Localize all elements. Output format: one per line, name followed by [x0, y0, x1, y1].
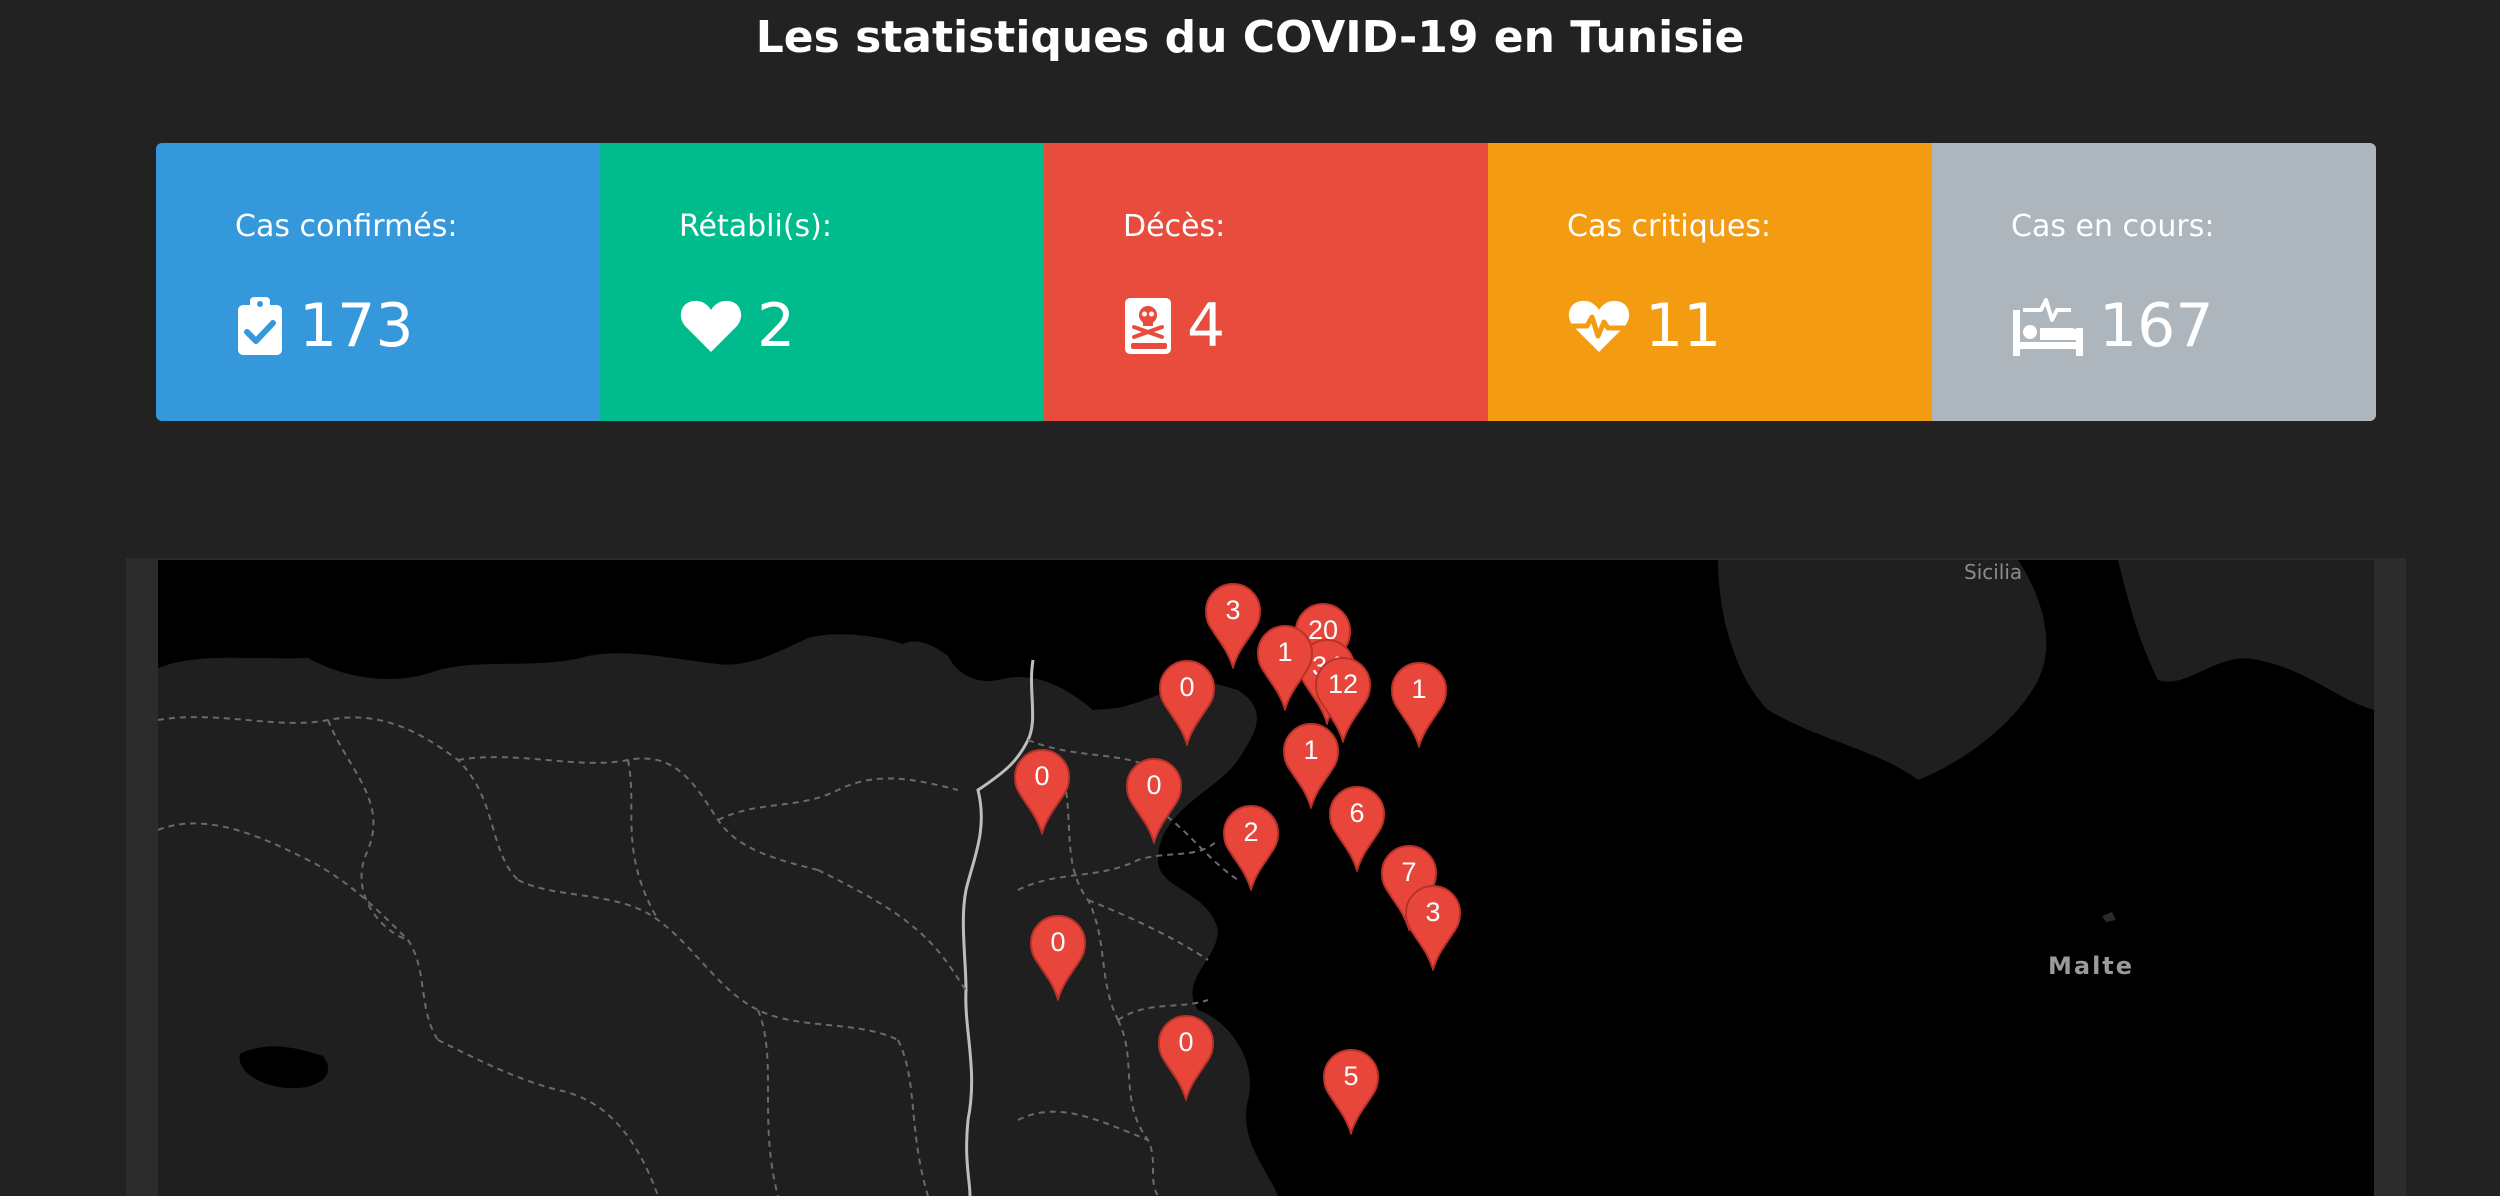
map-marker[interactable]: 0	[1126, 758, 1182, 844]
clipboard-check-icon	[238, 297, 282, 355]
marker-count: 0	[1146, 770, 1162, 800]
marker-count: 3	[1225, 595, 1241, 625]
map-marker[interactable]: 5	[1323, 1049, 1379, 1135]
stats-bar: Cas confirmés: 173 Rétabli(s): 2 Décès:	[156, 143, 2376, 421]
covid-map[interactable]: Sicilia Malte 3 20 34 1 12 1 0	[126, 558, 2406, 1196]
marker-count: 6	[1349, 798, 1365, 828]
stat-card-critical: Cas critiques: 11	[1488, 143, 1932, 421]
map-marker[interactable]: 6	[1329, 786, 1385, 872]
stat-label-recovered: Rétabli(s):	[679, 209, 832, 244]
marker-count: 0	[1034, 761, 1050, 791]
stat-label-deaths: Décès:	[1123, 209, 1226, 244]
marker-count: 7	[1401, 857, 1417, 887]
map-marker[interactable]: 3	[1405, 885, 1461, 971]
map-marker[interactable]: 2	[1223, 805, 1279, 891]
map-marker[interactable]: 0	[1159, 660, 1215, 746]
map-marker[interactable]: 0	[1158, 1015, 1214, 1101]
stat-card-deaths: Décès: 4	[1044, 143, 1488, 421]
marker-count: 5	[1343, 1061, 1359, 1091]
stat-label-confirmed: Cas confirmés:	[235, 209, 458, 244]
map-marker[interactable]: 3	[1205, 583, 1261, 669]
heartbeat-icon	[1567, 300, 1631, 352]
map-marker[interactable]: 0	[1014, 749, 1070, 835]
land-malta	[2102, 912, 2116, 922]
stat-card-confirmed: Cas confirmés: 173	[156, 143, 600, 421]
skull-book-icon	[1125, 298, 1171, 354]
map-marker[interactable]: 0	[1030, 915, 1086, 1001]
marker-count: 1	[1277, 637, 1293, 667]
land-north-africa	[158, 634, 1278, 1196]
marker-count: 2	[1243, 817, 1259, 847]
marker-count: 12	[1327, 669, 1359, 699]
marker-count: 0	[1178, 1027, 1194, 1057]
marker-count: 0	[1179, 672, 1195, 702]
page-title: Les statistiques du COVID-19 en Tunisie	[755, 12, 1745, 63]
marker-count: 3	[1425, 897, 1441, 927]
map-label-sicilia: Sicilia	[1964, 560, 2023, 584]
stat-card-active: Cas en cours: 167	[1932, 143, 2376, 421]
map-marker[interactable]: 1	[1391, 662, 1447, 748]
map-label-malte: Malte	[2048, 952, 2135, 980]
map-canvas[interactable]: Sicilia Malte 3 20 34 1 12 1 0	[158, 560, 2374, 1196]
marker-count: 0	[1050, 927, 1066, 957]
stat-card-recovered: Rétabli(s): 2	[600, 143, 1044, 421]
stat-value-active: 167	[2099, 291, 2214, 361]
stat-value-critical: 11	[1645, 291, 1722, 361]
marker-count: 1	[1303, 735, 1319, 765]
stat-value-deaths: 4	[1187, 291, 1226, 361]
stat-label-critical: Cas critiques:	[1567, 209, 1772, 244]
land-sicily	[1718, 560, 2047, 780]
bed-icon	[2013, 298, 2083, 356]
stat-label-active: Cas en cours:	[2011, 209, 2215, 244]
heart-icon	[680, 300, 742, 352]
stat-value-recovered: 2	[757, 291, 796, 361]
land-italy	[2118, 560, 2374, 710]
stat-value-confirmed: 173	[299, 291, 414, 361]
marker-count: 1	[1411, 674, 1427, 704]
map-marker[interactable]: 1	[1257, 625, 1313, 711]
